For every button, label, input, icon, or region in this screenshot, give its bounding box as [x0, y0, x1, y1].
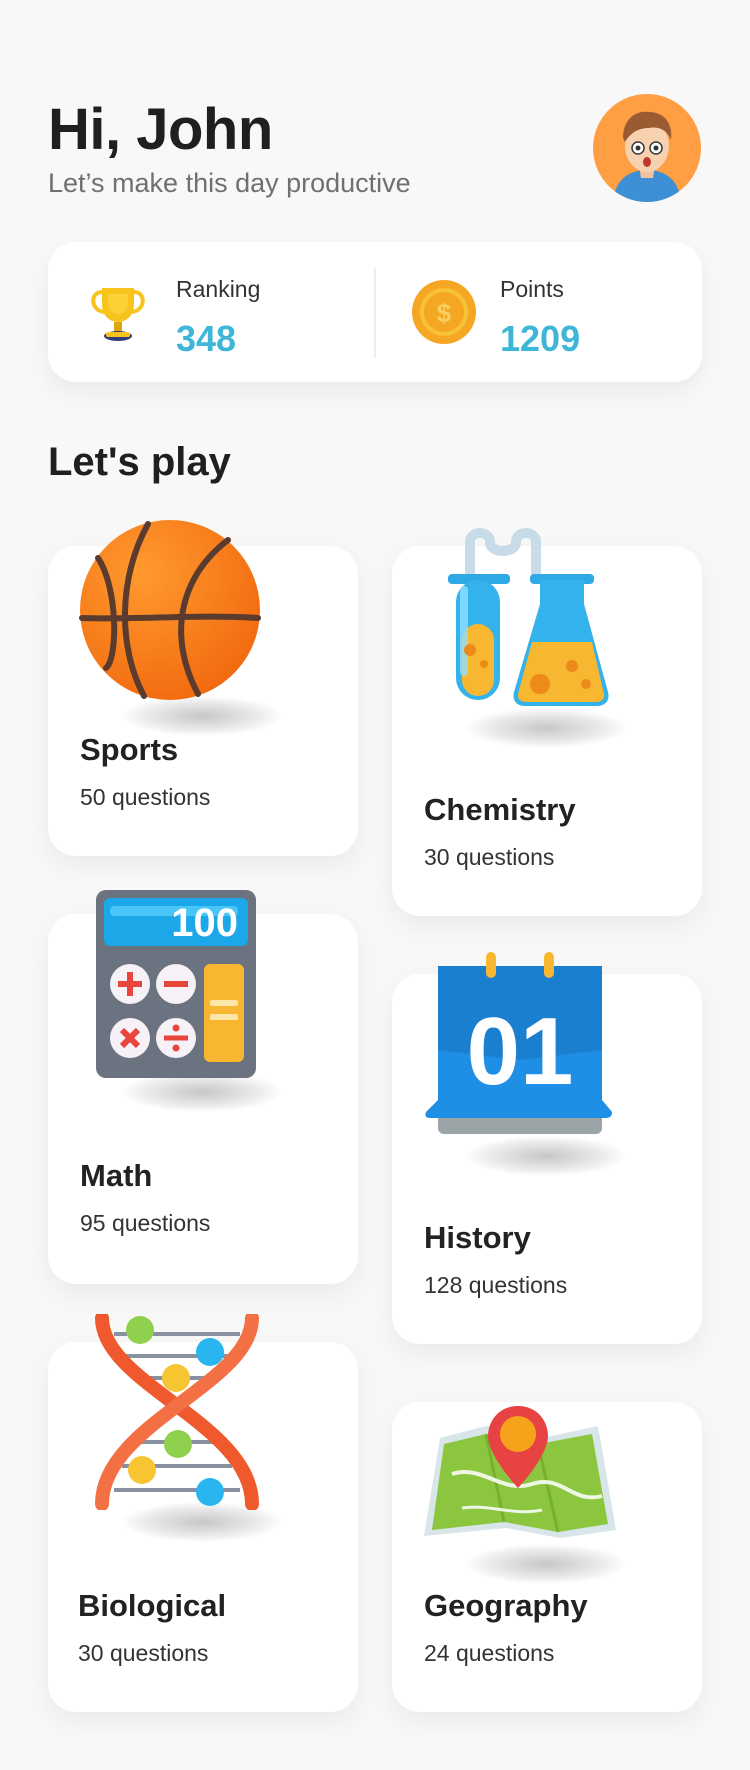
greeting-subtitle: Let’s make this day productive [48, 168, 411, 198]
user-avatar-icon [613, 111, 681, 202]
flasks-icon [448, 528, 609, 706]
section-title: Let's play [48, 440, 231, 484]
category-title: Chemistry [424, 792, 576, 827]
category-title: Biological [78, 1588, 227, 1623]
category-count: 128 questions [424, 1272, 568, 1298]
category-title: Math [80, 1158, 153, 1193]
category-count: 30 questions [78, 1640, 209, 1666]
basketball-icon [79, 520, 261, 700]
category-count: 50 questions [80, 784, 211, 810]
points-label: Points [500, 276, 564, 302]
shadow [122, 696, 282, 736]
category-count: 95 questions [80, 1210, 211, 1236]
trophy-icon [91, 288, 145, 341]
dna-icon [95, 1314, 259, 1510]
category-title: Geography [424, 1588, 588, 1623]
calendar-day: 01 [467, 998, 574, 1105]
map-icon [424, 1406, 616, 1538]
ranking-label: Ranking [176, 276, 261, 302]
shadow [466, 708, 626, 748]
calendar-icon: 01 [425, 952, 612, 1134]
shadow [466, 1544, 626, 1584]
shadow [466, 1136, 626, 1176]
category-count: 30 questions [424, 844, 555, 870]
calculator-icon: 100 [96, 890, 256, 1078]
coin-icon: $ [412, 280, 476, 344]
stats-divider [374, 268, 376, 358]
category-count: 24 questions [424, 1640, 555, 1666]
category-title: Sports [80, 732, 179, 767]
svg-text:$: $ [437, 298, 452, 328]
points-value: 1209 [500, 318, 581, 359]
greeting-title: Hi, John [48, 97, 273, 162]
ranking-value: 348 [176, 318, 237, 359]
category-title: History [424, 1220, 531, 1255]
calculator-display: 100 [171, 901, 238, 945]
stats-card: Ranking 348 $ Points 1209 [48, 242, 702, 382]
avatar[interactable] [593, 94, 701, 202]
